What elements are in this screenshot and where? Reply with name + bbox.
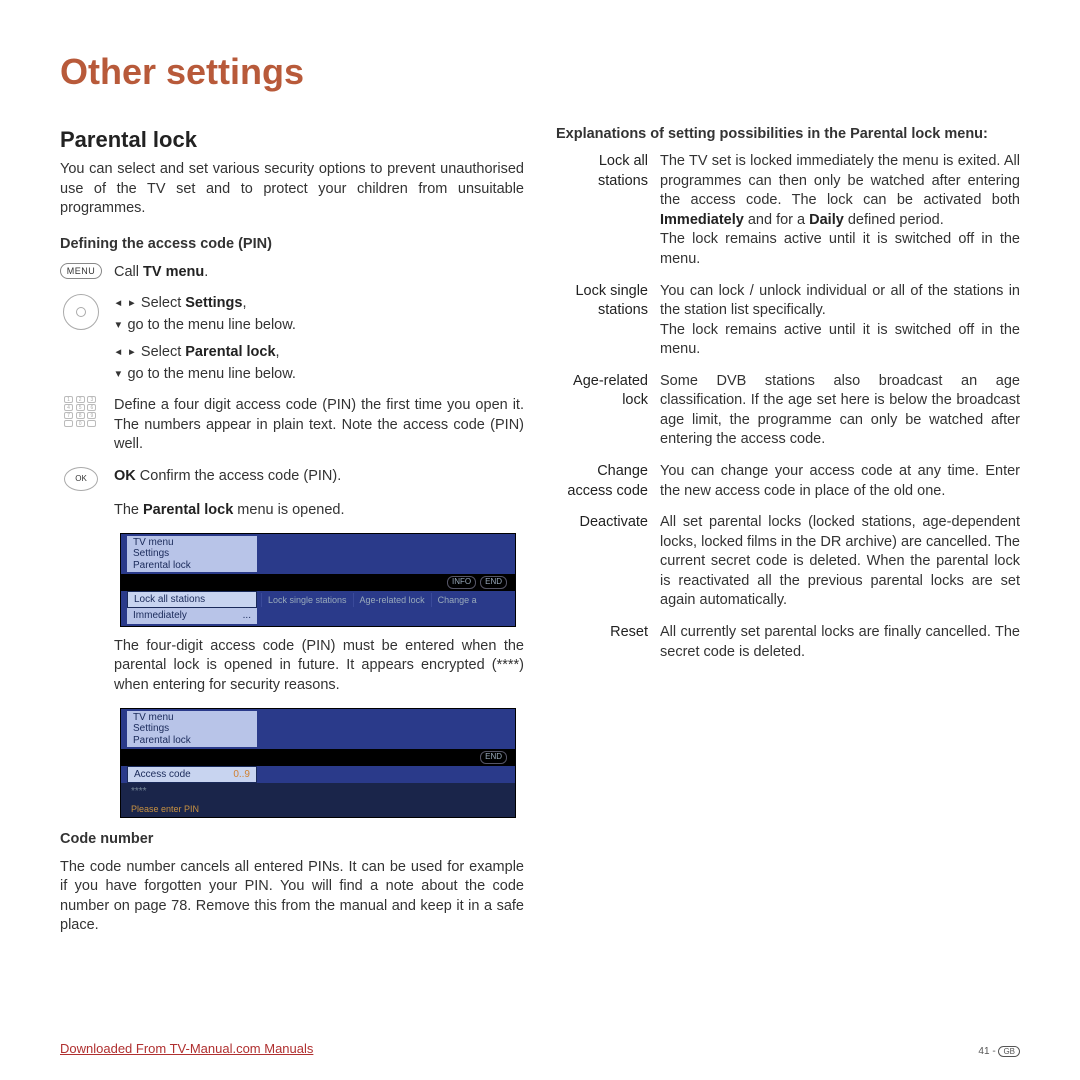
page-title: Other settings [60,48,1020,97]
page-number: 41 - GB [978,1045,1020,1059]
content-columns: Parental lock You can select and set var… [60,125,1020,936]
menu-button-icon: MENU [60,263,102,285]
tv-screenshot-pin: TV menu Settings Parental lock END Acces… [120,708,516,818]
right-column: Explanations of setting possibilities in… [556,125,1020,936]
step-confirm: OK OK Confirm the access code (PIN). [60,467,524,491]
tv-screenshot-menu: TV menu Settings Parental lock INFOEND L… [120,533,516,627]
step-menu: MENU Call TV menu. [60,263,524,285]
section-title: Parental lock [60,125,524,155]
intro-text: You can select and set various security … [60,160,524,219]
dpad-icon [60,294,102,386]
step-define-pin: 1234567890 Define a four digit access co… [60,396,524,457]
def-change-code: Changeaccess code You can change your ac… [556,462,1020,513]
right-heading: Explanations of setting possibilities in… [556,125,1020,145]
def-age-related: Age-relatedlock Some DVB stations also b… [556,372,1020,462]
footer-link[interactable]: Downloaded From TV-Manual.com Manuals [60,1040,313,1058]
def-lock-all: Lock allstations The TV set is locked im… [556,152,1020,281]
codenum-text: The code number cancels all entered PINs… [60,858,524,936]
step-opened: The Parental lock menu is opened. [60,501,524,523]
down-arrow-icon: ▾ [114,317,127,333]
keypad-icon: 1234567890 [60,396,102,457]
left-column: Parental lock You can select and set var… [60,125,524,936]
def-lock-single: Lock singlestations You can lock / unloc… [556,282,1020,372]
def-deactivate: Deactivate All set parental locks (locke… [556,513,1020,623]
left-right-arrow-icon: ◂ ▸ [114,295,141,311]
subhead-codenum: Code number [60,830,524,850]
ok-button-icon: OK [60,467,102,491]
definitions-table: Lock allstations The TV set is locked im… [556,152,1020,674]
down-arrow-icon: ▾ [114,366,127,382]
footer: Downloaded From TV-Manual.com Manuals 41… [60,1040,1020,1058]
step-select-settings: ◂ ▸ Select Settings, ▾ go to the menu li… [60,294,524,386]
step-after-tv1: The four-digit access code (PIN) must be… [60,637,524,698]
left-right-arrow-icon: ◂ ▸ [114,344,141,360]
def-reset: Reset All currently set parental locks a… [556,623,1020,674]
subhead-pin: Defining the access code (PIN) [60,235,524,255]
